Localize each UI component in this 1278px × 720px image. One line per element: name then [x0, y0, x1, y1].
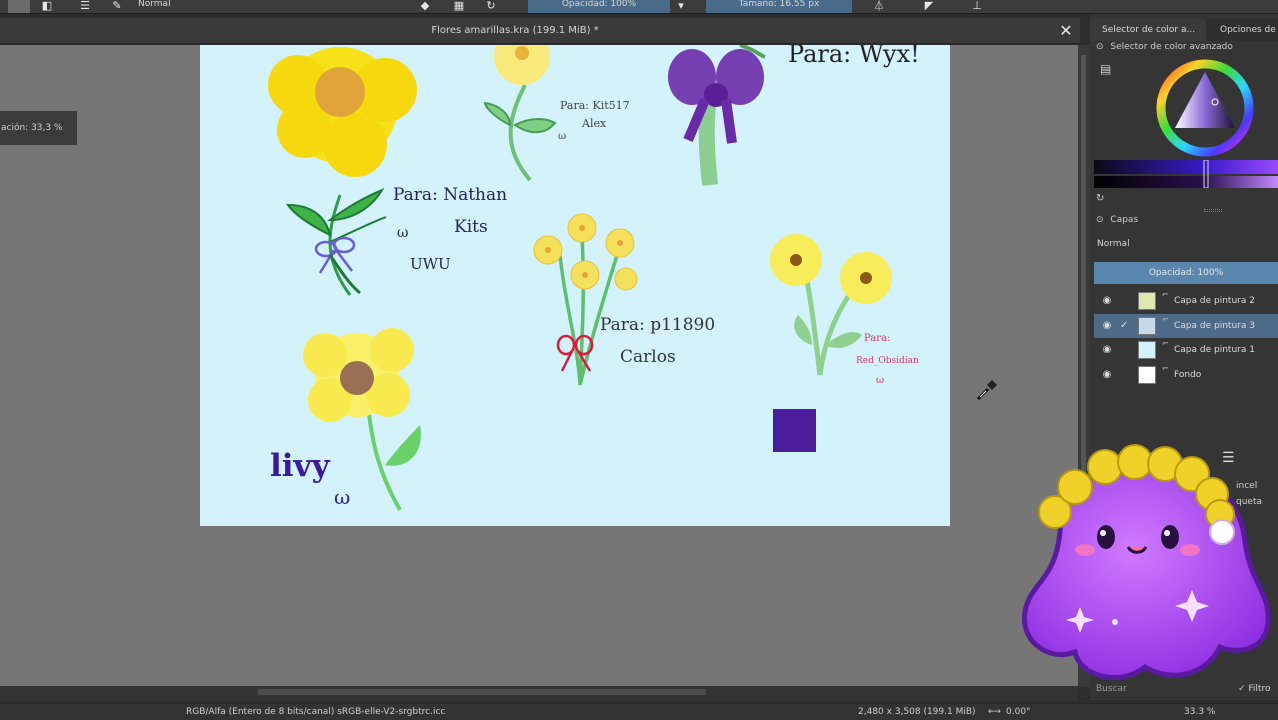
- layers-panel-title: Capas: [1110, 215, 1139, 225]
- note-kit517-line1: Para: Kit517: [560, 99, 630, 112]
- color-wheel[interactable]: [1155, 58, 1255, 158]
- alpha-lock-icon[interactable]: ▦: [452, 0, 466, 12]
- eye-icon[interactable]: ◉: [1100, 343, 1114, 357]
- mirror-vertical-icon[interactable]: ◤: [922, 0, 936, 12]
- note-red-face: ω: [876, 375, 885, 386]
- kit517-flower-drawing: [483, 45, 557, 182]
- layer-name: Capa de pintura 3: [1174, 321, 1255, 331]
- tab-tool-options[interactable]: Opciones de: [1208, 19, 1278, 41]
- color-settings-icon[interactable]: ▤: [1100, 61, 1111, 77]
- note-kit517-line2: Alex: [582, 117, 607, 130]
- eye-icon[interactable]: ◉: [1100, 294, 1114, 308]
- layer-name: Capa de pintura 1: [1174, 345, 1255, 355]
- note-p11890-line2: Carlos: [620, 347, 676, 367]
- swap-colors-icon[interactable]: ◧: [40, 0, 54, 12]
- document-title: Flores amarillas.kra (199.1 MiB) *: [431, 25, 599, 36]
- color-panel-header: ⊙ Selector de color avanzado: [1096, 39, 1233, 55]
- color-panel-title: Selector de color avanzado: [1110, 42, 1233, 52]
- note-nathan-line2: Kits: [454, 217, 488, 237]
- note-kit517-face: ω: [558, 131, 567, 142]
- layer-thumbnail: [1138, 292, 1156, 310]
- note-red-line1: Para:: [864, 333, 891, 344]
- layer-name: Capa de pintura 2: [1174, 296, 1255, 306]
- wrap-around-icon[interactable]: ⊥: [970, 0, 984, 12]
- layer-link-icon: ⌐: [1162, 364, 1169, 373]
- panel-splitter[interactable]: [1204, 209, 1222, 212]
- layer-link-icon: ⌐: [1162, 290, 1169, 299]
- color-picker-cursor-icon: [976, 380, 997, 401]
- note-livy: livy: [270, 448, 330, 484]
- bow-flower-drawing: [668, 45, 766, 186]
- tool-options-toolbar: ◧ ☰ ✎ Normal ◆ ▦ ↻ Opacidad: 100% ▾ Tama…: [0, 0, 1278, 14]
- drawing-canvas[interactable]: Para: Wyx! Para: Kit517 Alex ω Para: Nat…: [200, 45, 950, 526]
- layer-thumbnail: [1138, 341, 1156, 359]
- blend-mode-select[interactable]: Normal: [138, 0, 398, 13]
- close-icon[interactable]: ✕: [1058, 22, 1074, 40]
- image-dimensions: 2,480 x 3,508 (199.1 MiB): [858, 707, 976, 717]
- dock-tab-bar: Selector de color a... Opciones de: [1090, 19, 1278, 41]
- slime-mascot-overlay: [1022, 444, 1271, 681]
- note-livy-face: ω: [334, 485, 351, 509]
- mirror-horizontal-icon[interactable]: ⏃: [872, 0, 886, 12]
- refresh-icon[interactable]: ↻: [1096, 191, 1104, 207]
- layers-float-icon[interactable]: ⊙: [1096, 215, 1104, 225]
- menu-icon[interactable]: ☰: [78, 0, 92, 12]
- layer-name: Fondo: [1174, 370, 1202, 380]
- layer-row[interactable]: ◉ ⌐ Capa de pintura 1: [1094, 338, 1278, 362]
- brush-preset-icon[interactable]: ✎: [110, 0, 124, 12]
- note-nathan-line1: Para: Nathan: [393, 185, 508, 205]
- status-bar: RGB/Alfa (Entero de 8 bits/canal) sRGB-e…: [0, 703, 1278, 720]
- note-red-line2: Red_Obsidian: [856, 356, 919, 366]
- reload-preset-icon[interactable]: ↻: [484, 0, 498, 12]
- note-nathan-face: ω: [397, 225, 409, 241]
- opacity-slider[interactable]: Opacidad: 100%: [528, 0, 670, 13]
- layer-link-icon: ⌐: [1162, 315, 1169, 324]
- note-nathan-uwu: UWU: [410, 255, 451, 273]
- eye-icon[interactable]: ◉: [1100, 368, 1114, 382]
- color-space-info: RGB/Alfa (Entero de 8 bits/canal) sRGB-e…: [186, 707, 446, 717]
- note-wyx: Para: Wyx!: [788, 45, 920, 68]
- zoom-overlay: ación: 33,3 %: [0, 111, 77, 145]
- layer-blend-mode-select[interactable]: Normal: [1094, 236, 1278, 252]
- layers-panel-header: ⊙ Capas: [1096, 212, 1138, 228]
- size-slider[interactable]: Tamaño: 16.55 px: [706, 0, 852, 13]
- zoom-level[interactable]: 33.3 %: [1184, 704, 1215, 720]
- layer-link-icon: ⌐: [1162, 339, 1169, 348]
- checkmark-icon: ✓: [1120, 320, 1129, 331]
- layer-opacity-slider[interactable]: Opacidad: 100%: [1094, 262, 1278, 284]
- purple-swatch: [773, 409, 816, 452]
- foreground-color-swatch[interactable]: [8, 0, 30, 13]
- layer-row-active[interactable]: ◉ ✓ ⌐ Capa de pintura 3: [1094, 314, 1278, 338]
- horizontal-scrollbar[interactable]: [0, 686, 1078, 700]
- document-tab-bar: Flores amarillas.kra (199.1 MiB) * ✕: [0, 18, 1080, 44]
- tab-color-selector[interactable]: Selector de color a...: [1090, 19, 1206, 41]
- color-gradient-bar[interactable]: [1094, 160, 1278, 188]
- eye-icon[interactable]: ◉: [1100, 319, 1114, 333]
- note-p11890-line1: Para: p11890: [600, 315, 716, 335]
- layer-thumbnail: [1138, 317, 1156, 335]
- layer-thumbnail: [1138, 366, 1156, 384]
- rotation-icon[interactable]: ⟷: [988, 704, 1001, 720]
- panel-float-icon[interactable]: ⊙: [1096, 42, 1104, 52]
- eraser-mode-icon[interactable]: ◆: [418, 0, 432, 12]
- sunflower-drawing: [268, 47, 417, 296]
- layer-row[interactable]: ◉ ⌐ Fondo: [1094, 363, 1278, 387]
- layer-row[interactable]: ◉ ⌐ Capa de pintura 2: [1094, 289, 1278, 313]
- opacity-stepper-icon[interactable]: ▾: [674, 0, 688, 12]
- rotation-value[interactable]: 0.00°: [1006, 704, 1031, 720]
- horizontal-scroll-thumb[interactable]: [258, 689, 706, 695]
